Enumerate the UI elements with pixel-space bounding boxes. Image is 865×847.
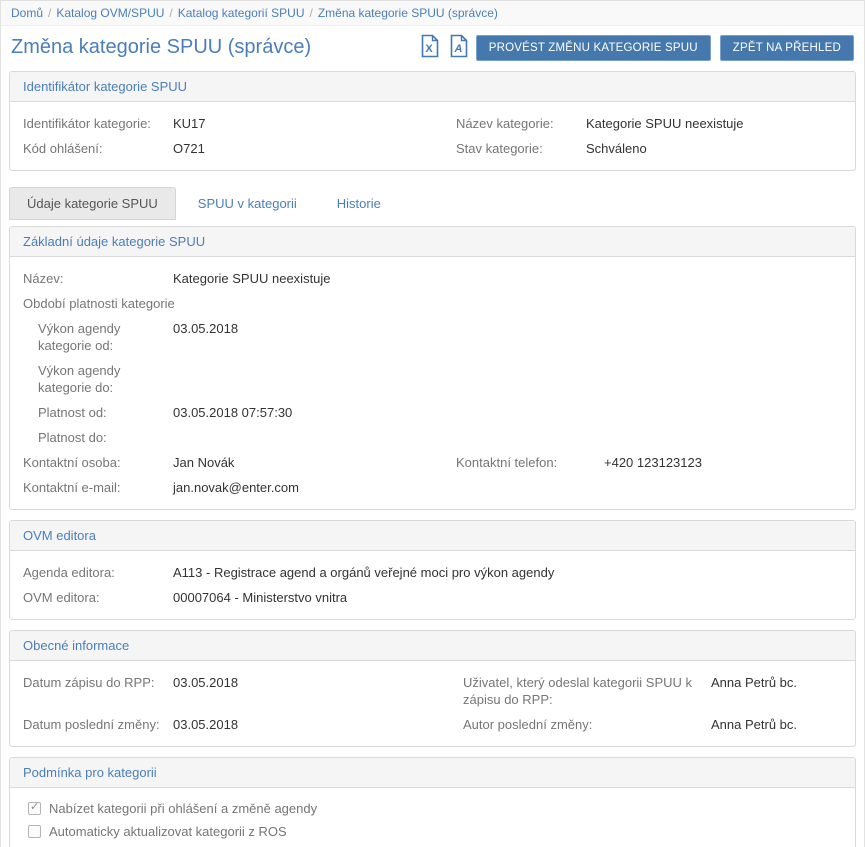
general-row-1: Datum zápisu do RPP: 03.05.2018 Uživatel… [23, 670, 842, 712]
field-value: 03.05.2018 [173, 320, 238, 337]
field-label: Kontaktní osoba: [23, 454, 173, 471]
field-label-kontaktni-telefon: Kontaktní telefon: [456, 454, 604, 471]
condition-checkbox-1[interactable] [28, 825, 41, 838]
excel-export-button[interactable]: X [418, 34, 442, 61]
field-stav-kategorie: Stav kategorie: Schváleno [456, 136, 842, 161]
field-nazev: Název: Kategorie SPUU neexistuje [23, 266, 842, 291]
field-platnost-do: Platnost do: [23, 425, 842, 450]
field-label: Platnost od: [38, 404, 173, 421]
checkbox-label: Automaticky aktualizovat kategorii z ROS [49, 824, 287, 839]
pdf-export-button[interactable]: A [447, 34, 471, 61]
field-value: Jan Novák [173, 454, 456, 471]
page-title: Změna kategorie SPUU (správce) [11, 36, 311, 59]
breadcrumb: Domů / Katalog OVM/SPUU / Katalog kategorií … [1, 0, 864, 26]
basic-section-title: Základní údaje kategorie SPUU [10, 227, 855, 257]
identifier-section-title: Identifikátor kategorie SPUU [10, 72, 855, 102]
title-row: Změna kategorie SPUU (správce) X A PROVÉ… [1, 26, 864, 71]
field-value-uzivatel-odeslal: Anna Petrů bc. [711, 674, 797, 708]
field-label: Období platnosti kategorie [23, 295, 175, 312]
tab-udaje-kategorie-spuu[interactable]: Údaje kategorie SPUU [9, 187, 176, 220]
editor-section: OVM editora Agenda editora: A113 - Regis… [9, 520, 856, 620]
field-value: KU17 [173, 115, 206, 132]
identifier-section: Identifikátor kategorie SPUU Identifikát… [9, 71, 856, 171]
field-kod-ohlaseni: Kód ohlášení: O721 [23, 136, 456, 161]
zpet-na-prehled-button[interactable]: ZPĚT NA PŘEHLED [720, 35, 854, 61]
general-row-2: Datum poslední změny: 03.05.2018 Autor p… [23, 712, 842, 737]
field-label-autor-posledni-zmeny: Autor poslední změny: [463, 716, 711, 733]
breadcrumb-separator: / [48, 6, 51, 20]
field-label-datum-zapisu: Datum zápisu do RPP: [23, 674, 173, 691]
field-label: Název kategorie: [456, 115, 586, 132]
breadcrumb-current-page[interactable]: Změna kategorie SPUU (správce) [318, 6, 498, 20]
checkbox-row-nabizet-kategorii: Nabízet kategorii při ohlášení a změně a… [23, 797, 842, 820]
field-value: Schváleno [586, 140, 647, 157]
field-value: jan.novak@enter.com [173, 479, 299, 496]
page: Domů / Katalog OVM/SPUU / Katalog kategorií … [0, 0, 865, 847]
condition-section: Podmínka pro kategorii Nabízet kategorii… [9, 757, 856, 847]
field-label: OVM editora: [23, 589, 173, 606]
field-label: Platnost do: [38, 429, 173, 446]
field-vykon-agendy-od: Výkon agendy kategorie od: 03.05.2018 [23, 316, 842, 358]
field-pravni-forma: Právní forma: [23, 843, 842, 847]
breadcrumb-link-katalog-kategorii-spuu[interactable]: Katalog kategorií SPUU [178, 6, 305, 20]
field-label: Kód ohlášení: [23, 140, 173, 157]
tab-historie[interactable]: Historie [319, 187, 399, 220]
field-label: Výkon agendy kategorie do: [38, 362, 173, 396]
field-platnost-od: Platnost od: 03.05.2018 07:57:30 [23, 400, 842, 425]
field-ovm-editora: OVM editora: 00007064 - Ministerstvo vni… [23, 585, 842, 610]
field-label: Agenda editora: [23, 564, 173, 581]
checkbox-row-automaticky-aktualizovat: Automaticky aktualizovat kategorii z ROS [23, 820, 842, 843]
field-value-datum-zapisu: 03.05.2018 [173, 674, 238, 691]
field-value: O721 [173, 140, 205, 157]
field-label: Kontaktní e-mail: [23, 479, 173, 496]
condition-checkbox-0[interactable] [28, 802, 41, 815]
field-value: Kategorie SPUU neexistuje [173, 270, 331, 287]
title-actions: X A PROVÉST ZMĚNU KATEGORIE SPUU ZPĚT NA… [418, 34, 854, 61]
field-vykon-agendy-do: Výkon agendy kategorie do: [23, 358, 842, 400]
field-value-kontaktni-telefon: +420 123123123 [604, 454, 702, 471]
field-label: Identifikátor kategorie: [23, 115, 173, 132]
svg-text:A: A [453, 43, 462, 55]
provest-zmenu-kategorie-spuu-button[interactable]: PROVÉST ZMĚNU KATEGORIE SPUU [476, 35, 711, 61]
condition-section-title: Podmínka pro kategorii [10, 758, 855, 788]
field-label-uzivatel-odeslal: Uživatel, který odeslal kategorii SPUU k… [463, 674, 711, 708]
field-value: 00007064 - Ministerstvo vnitra [173, 589, 347, 606]
identifier-right-column: Název kategorie: Kategorie SPUU neexistu… [456, 111, 842, 161]
svg-text:X: X [425, 43, 433, 55]
breadcrumb-link-home[interactable]: Domů [11, 6, 43, 20]
field-label: Výkon agendy kategorie od: [38, 320, 173, 354]
field-value: A113 - Registrace agend a orgánů veřejné… [173, 564, 554, 581]
group-label-obdobi-platnosti: Období platnosti kategorie [23, 291, 842, 316]
breadcrumb-separator: / [309, 6, 312, 20]
field-nazev-kategorie: Název kategorie: Kategorie SPUU neexistu… [456, 111, 842, 136]
breadcrumb-link-katalog-ovm-spuu[interactable]: Katalog OVM/SPUU [56, 6, 164, 20]
field-value: 03.05.2018 07:57:30 [173, 404, 292, 421]
tab-spuu-v-kategorii[interactable]: SPUU v kategorii [180, 187, 315, 220]
field-kontaktni-osoba: Kontaktní osoba: Jan Novák Kontaktní tel… [23, 450, 842, 475]
field-value-autor-posledni-zmeny: Anna Petrů bc. [711, 716, 797, 733]
field-value: Kategorie SPUU neexistuje [586, 115, 744, 132]
field-agenda-editora: Agenda editora: A113 - Registrace agend … [23, 560, 842, 585]
field-kontaktni-email: Kontaktní e-mail: jan.novak@enter.com [23, 475, 842, 500]
general-section-title: Obecné informace [10, 631, 855, 661]
field-label-datum-posledni-zmeny: Datum poslední změny: [23, 716, 173, 733]
general-section: Obecné informace Datum zápisu do RPP: 03… [9, 630, 856, 747]
pdf-icon: A [449, 34, 469, 61]
field-value-datum-posledni-zmeny: 03.05.2018 [173, 716, 238, 733]
breadcrumb-separator: / [169, 6, 172, 20]
identifier-left-column: Identifikátor kategorie: KU17 Kód ohláše… [23, 111, 456, 161]
editor-section-title: OVM editora [10, 521, 855, 551]
field-label: Stav kategorie: [456, 140, 586, 157]
basic-section: Základní údaje kategorie SPUU Název: Kat… [9, 226, 856, 510]
tab-bar: Údaje kategorie SPUU SPUU v kategorii Hi… [1, 181, 864, 220]
checkbox-label: Nabízet kategorii při ohlášení a změně a… [49, 801, 317, 816]
field-identifikator-kategorie: Identifikátor kategorie: KU17 [23, 111, 456, 136]
field-label: Název: [23, 270, 173, 287]
excel-icon: X [420, 34, 440, 61]
